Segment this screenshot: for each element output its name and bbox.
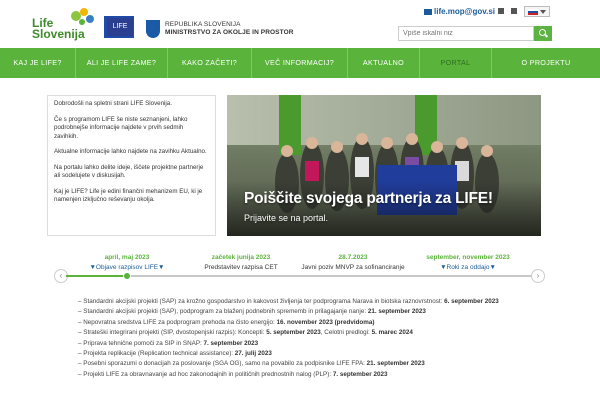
timeline-label: Predstavitev razpisa CET (204, 264, 278, 271)
logo-text: Life Slovenija (32, 17, 85, 41)
main-navigation: KAJ JE LIFE? ALI JE LIFE ZAME? KAKO ZAČE… (0, 48, 600, 78)
ministry-line1: REPUBLIKA SLOVENIJA (165, 21, 241, 28)
timeline-marker[interactable] (123, 272, 131, 280)
timeline-link-objave-razpisov[interactable]: ▼Objave razpisov LIFE▼ (82, 264, 172, 271)
welcome-box: Dobrodošli na spletni strani LIFE Sloven… (47, 95, 216, 236)
list-item-date: 5. marec 2024 (371, 329, 413, 337)
list-item-text: – Standardni akcijski projekti (SAP) za … (78, 298, 445, 305)
timeline-label: Javni poziv MNVP za sofinanciranje (301, 264, 405, 271)
list-item-date: 6. september 2023 (444, 298, 499, 305)
list-item-date: 7. september 2023 (332, 370, 388, 378)
list-item-date: 5. september 2023 (266, 329, 321, 337)
list-item-date: 7. september 2023 (203, 339, 259, 347)
list-item: – Standardni akcijski projekti (SAP), po… (78, 307, 578, 317)
list-item-text: – Standardni akcijski projekti (SAP), po… (78, 308, 368, 316)
search-input[interactable] (398, 26, 534, 41)
nav-item-o-projektu[interactable]: O PROJEKTU (492, 48, 600, 78)
contact-email-link[interactable]: life.mop@gov.si (424, 7, 495, 16)
list-item-text: – Priprava tehnične pomoči za SIP in SNA… (78, 339, 204, 347)
slovenia-crest-icon (146, 20, 160, 38)
list-item-text: – Strateški integrirani projekti (SIP, d… (78, 329, 267, 337)
chevron-down-icon (540, 10, 546, 14)
list-item-date: 21. september 2023 (366, 360, 425, 368)
timeline-date: začetek junija 2023 (211, 254, 271, 261)
list-item-text: – Projekti LIFE za obravnavanje ad hoc z… (78, 370, 333, 378)
list-item: – Projekti LIFE za obravnavanje ad hoc z… (78, 370, 578, 380)
banner-title: Poiščite svojega partnerja za LIFE! (244, 190, 493, 207)
life-programme-logo: LIFE (107, 18, 133, 36)
partner-banner[interactable]: Poiščite svojega partnerja za LIFE! Prij… (227, 95, 541, 236)
list-item: – Priprava tehnične pomoči za SIP in SNA… (78, 339, 578, 349)
list-item-text: – Projekta replikacije (Replication tech… (78, 350, 235, 358)
intro-paragraph: Na portalu lahko delite ideje, iščete pr… (54, 163, 204, 180)
nav-item-ali-je-life-zame[interactable]: ALI JE LIFE ZAME? (76, 48, 168, 78)
search-button[interactable] (534, 26, 552, 41)
contact-email: life.mop@gov.si (434, 7, 495, 16)
ministry-line2: MINISTRSTVO ZA OKOLJE IN PROSTOR (165, 29, 294, 36)
envelope-icon (424, 8, 432, 15)
timeline-track (66, 275, 534, 277)
site-header: Life Slovenija LIFE REPUBLIKA SLOVENIJA … (0, 0, 600, 46)
intro-paragraph: Kaj je LIFE? Life je edini finančni meha… (54, 187, 203, 204)
list-item-date: 16. november 2023 (predvidoma) (276, 318, 375, 326)
intro-paragraph: Aktualne informacije lahko najdete na za… (54, 148, 207, 155)
timeline-date: april, maj 2023 (104, 254, 150, 261)
lock-icon[interactable] (498, 8, 504, 14)
list-item: – Posebni sporazumi o donacijah za poslo… (78, 359, 578, 369)
list-item: – Standardni akcijski projekti (SAP) za … (78, 297, 578, 307)
nav-item-kaj-je-life[interactable]: KAJ JE LIFE? (0, 48, 76, 78)
list-item: – Projekta replikacije (Replication tech… (78, 349, 578, 359)
list-item-text: , Celotni predlogi: (320, 329, 372, 337)
language-select[interactable] (524, 6, 550, 17)
intro-paragraph: Če s programom LIFE še niste seznanjeni,… (54, 115, 188, 140)
deadlines-list: – Standardni akcijski projekti (SAP) za … (78, 297, 578, 380)
nav-item-aktualno[interactable]: AKTUALNO (348, 48, 420, 78)
search-icon-handle (544, 34, 549, 38)
slovenia-flag-icon (528, 9, 538, 15)
timeline-progress (66, 275, 126, 277)
timeline-date: 28.7.2023 (338, 254, 368, 261)
intro-paragraph: Dobrodošli na spletni strani LIFE Sloven… (54, 100, 172, 107)
timeline-next-button[interactable]: › (531, 269, 545, 283)
timeline-date: september, november 2023 (426, 254, 510, 261)
nav-item-kako-zaceti[interactable]: KAKO ZAČETI? (168, 48, 252, 78)
list-item: – Nepovratna sredstva LIFE za podprogram… (78, 318, 578, 328)
list-item-date: 21. september 2023 (367, 308, 426, 316)
life-slovenija-logo[interactable]: Life Slovenija (30, 4, 100, 44)
list-item-text: – Nepovratna sredstva LIFE za podprogram… (78, 318, 277, 326)
nav-item-vec-informacij[interactable]: VEČ INFORMACIJ? (252, 48, 348, 78)
list-item: – Strateški integrirani projekti (SIP, d… (78, 328, 578, 338)
list-item-text: – Posebni sporazumi o donacijah za poslo… (78, 360, 367, 368)
timeline-link-roki-za-oddajo[interactable]: ▼Roki za oddajo▼ (428, 264, 508, 271)
logo-line2: Slovenija (32, 27, 85, 41)
list-item-date: 27. julij 2023 (234, 350, 272, 358)
banner-subtitle[interactable]: Prijavite se na portal. (244, 213, 328, 223)
nav-item-portal[interactable]: PORTAL (420, 48, 492, 78)
user-icon[interactable] (511, 8, 517, 14)
